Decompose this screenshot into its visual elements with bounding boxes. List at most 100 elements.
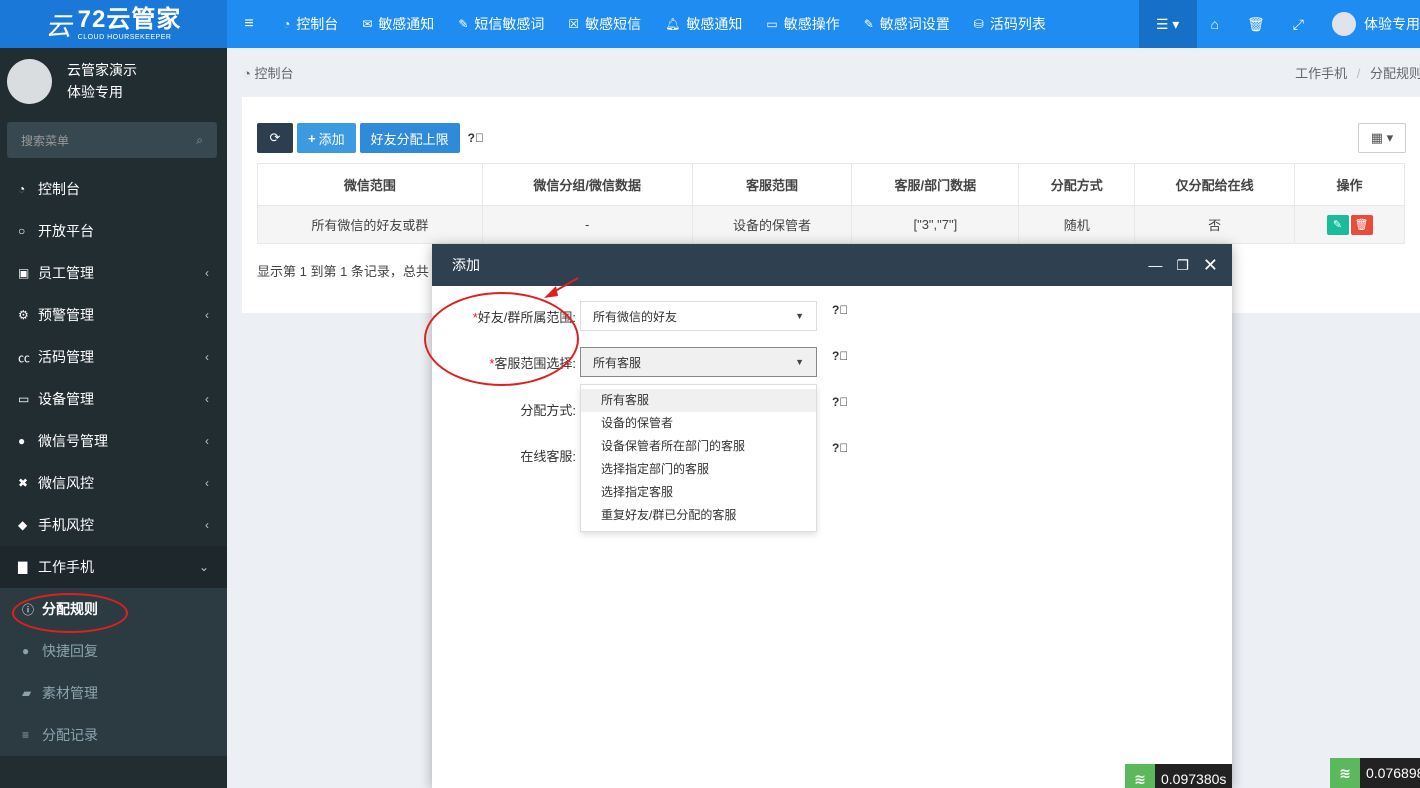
sidebar-toggle-button[interactable]: ≡ <box>227 0 271 48</box>
maximize-icon[interactable]: ❐ <box>1176 257 1189 274</box>
annotation-circle-form <box>424 292 579 386</box>
sidebar-item-dashboard[interactable]: ◔ 控制台 <box>0 168 227 210</box>
table-cell: 所有微信的好友或群 <box>257 205 483 244</box>
topnav-code-list[interactable]: ⛁ 活码列表 <box>962 0 1058 48</box>
sidebar-item-materials[interactable]: ▰ 素材管理 <box>0 672 227 714</box>
dropdown-option[interactable]: 所有客服 <box>581 389 816 412</box>
pencil-icon: ✎ <box>458 17 469 31</box>
topnav-sensitive-notice-2[interactable]: 🔔︎ 敏感通知 <box>653 0 754 48</box>
delete-button[interactable]: 🗑︎ <box>1350 214 1373 235</box>
topnav-dashboard[interactable]: ◔ 控制台 <box>271 0 350 48</box>
expand-icon: ⤢ <box>1292 15 1304 32</box>
friend-limit-button[interactable]: 好友分配上限 <box>359 123 460 153</box>
form-row-method: 分配方式: <box>432 400 580 419</box>
form-row-online: 在线客服: <box>432 446 580 465</box>
sidebar-item-quick-reply[interactable]: ● 快捷回复 <box>0 630 227 672</box>
toolbar: ⟳ + 添加 好友分配上限 ?⃝ <box>257 123 484 153</box>
refresh-icon: ⟳ <box>269 130 281 145</box>
user-role: 体验专用 <box>67 84 123 100</box>
sidebar-item-alerts[interactable]: ⚙ 预警管理 ‹ <box>0 294 227 336</box>
refresh-button[interactable]: ⟳ <box>257 123 293 153</box>
topnav-word-settings[interactable]: ✎ 敏感词设置 <box>852 0 962 48</box>
service-scope-select[interactable]: 所有客服 ▼ <box>580 347 817 377</box>
sidebar-item-live-code[interactable]: ㏄活码管理 ‹ <box>0 336 227 378</box>
column-header[interactable]: 分配方式 <box>1018 163 1136 206</box>
topnav-sensitive-sms[interactable]: ☒ 敏感短信 <box>556 0 653 48</box>
chevron-left-icon: ‹ <box>205 392 209 406</box>
dashboard-icon: ◔ <box>243 65 251 81</box>
chat-icon: ● <box>22 644 30 658</box>
chevron-left-icon: ‹ <box>205 434 209 448</box>
topnav-sensitive-notice[interactable]: ✉ 敏感通知 <box>350 0 446 48</box>
help-icon[interactable]: ?⃝ <box>832 303 848 317</box>
pencil-icon: ✎ <box>863 17 874 31</box>
close-icon[interactable]: ✕ <box>1203 255 1218 276</box>
dropdown-option[interactable]: 选择指定客服 <box>581 481 816 504</box>
dashboard-icon: ◔ <box>283 17 291 31</box>
help-icon[interactable]: ?⃝ <box>832 349 848 363</box>
more-menu-button[interactable]: ☰ ▾ <box>1138 0 1197 48</box>
help-icon[interactable]: ?⃝ <box>468 131 484 145</box>
sidebar-item-staff[interactable]: ▣ 员工管理 ‹ <box>0 252 227 294</box>
sidebar: 云管家演示 体验专用 搜索菜单 ⌕ ◔ 控制台 ○ 开放平台 ▣ 员工管理 ‹ ⚙ 预警管… <box>0 48 227 788</box>
table-row[interactable]: 所有微信的好友或群 - 设备的保管者 ["3","7"] 随机 否 ✎ 🗑︎ <box>257 205 1405 244</box>
dropdown-option[interactable]: 设备保管者所在部门的客服 <box>581 435 816 458</box>
column-header[interactable]: 微信分组/微信数据 <box>481 163 693 206</box>
help-icon[interactable]: ?⃝ <box>832 395 848 409</box>
sidebar-item-open-platform[interactable]: ○ 开放平台 <box>0 210 227 252</box>
column-header[interactable]: 仅分配给在线 <box>1134 163 1296 206</box>
sidebar-item-wechat-risk[interactable]: ✖ 微信风控 ‹ <box>0 462 227 504</box>
sidebar-item-assign-log[interactable]: ≡ 分配记录 <box>0 714 227 756</box>
logo-subtitle: CLOUD HOURSEKEEPER <box>77 33 172 41</box>
annotation-arrow <box>544 277 579 298</box>
field-label: 分配方式: <box>520 403 576 418</box>
dropdown-option[interactable]: 设备的保管者 <box>581 412 816 435</box>
pencil-icon: ✎ <box>1332 218 1343 231</box>
search-icon[interactable]: ⌕ <box>196 133 203 148</box>
topnav-sensitive-ops[interactable]: ▭ 敏感操作 <box>754 0 851 48</box>
plus-icon: + <box>308 130 316 146</box>
breadcrumb-item[interactable]: 工作手机 <box>1295 66 1347 81</box>
caret-down-icon: ▼ <box>795 357 804 367</box>
fullscreen-button[interactable]: ⤢ <box>1279 0 1318 48</box>
column-header[interactable]: 客服范围 <box>691 163 853 206</box>
gear-icon: ⚙ <box>18 308 29 322</box>
add-button[interactable]: + 添加 <box>297 123 356 153</box>
sidebar-item-devices[interactable]: ▭ 设备管理 ‹ <box>0 378 227 420</box>
dropdown-option[interactable]: 重复好友/群已分配的客服 <box>581 504 816 527</box>
id-card-icon: ▣ <box>18 266 30 280</box>
logo[interactable]: 云 72云管家 CLOUD HOURSEKEEPER <box>0 0 227 48</box>
sidebar-item-phone-risk[interactable]: ◆ 手机风控 ‹ <box>0 504 227 546</box>
column-header[interactable]: 微信范围 <box>257 163 483 206</box>
table-cell: 否 <box>1134 205 1296 244</box>
trash-icon: 🗑︎ <box>1354 218 1369 231</box>
columns-toggle-button[interactable]: ▦ ▾ <box>1358 123 1406 153</box>
minimize-icon[interactable]: — <box>1148 257 1162 273</box>
chevron-left-icon: ‹ <box>205 476 209 490</box>
help-icon[interactable]: ?⃝ <box>832 441 848 455</box>
home-icon: ⌂ <box>1210 16 1220 32</box>
column-header[interactable]: 客服/部门数据 <box>851 163 1020 206</box>
dropdown-option[interactable]: 选择指定部门的客服 <box>581 458 816 481</box>
sidebar-item-work-phone[interactable]: ▇ 工作手机 ⌄ <box>0 546 227 588</box>
logo-icon: ≋ <box>1330 758 1360 788</box>
column-header: 操作 <box>1294 163 1405 206</box>
edit-button[interactable]: ✎ <box>1326 214 1349 235</box>
home-button[interactable]: ⌂ <box>1197 0 1233 48</box>
search-input[interactable]: 搜索菜单 ⌕ <box>7 122 217 158</box>
scope-select[interactable]: 所有微信的好友 ▼ <box>580 301 817 331</box>
logo-name: 72云管家 <box>77 5 182 33</box>
sidebar-item-wechat[interactable]: ● 微信号管理 ‹ <box>0 420 227 462</box>
envelope-icon: ✉ <box>362 17 373 31</box>
chevron-left-icon: ‹ <box>205 350 209 364</box>
hamburger-icon: ≡ <box>244 15 254 32</box>
clear-cache-button[interactable]: 🗑︎ <box>1233 0 1279 48</box>
grid-icon: ▦ ▾ <box>1370 130 1394 145</box>
user-menu[interactable]: 体验专用 <box>1318 0 1420 48</box>
breadcrumb: ◔ 控制台 工作手机 / 分配规则 <box>227 48 1420 96</box>
modal-title: 添加 <box>452 257 480 273</box>
field-label: 在线客服: <box>520 449 576 464</box>
trash-icon: 🗑︎ <box>1247 15 1265 32</box>
topnav-sms-words[interactable]: ✎ 短信敏感词 <box>446 0 556 48</box>
chevron-left-icon: ‹ <box>205 266 209 280</box>
